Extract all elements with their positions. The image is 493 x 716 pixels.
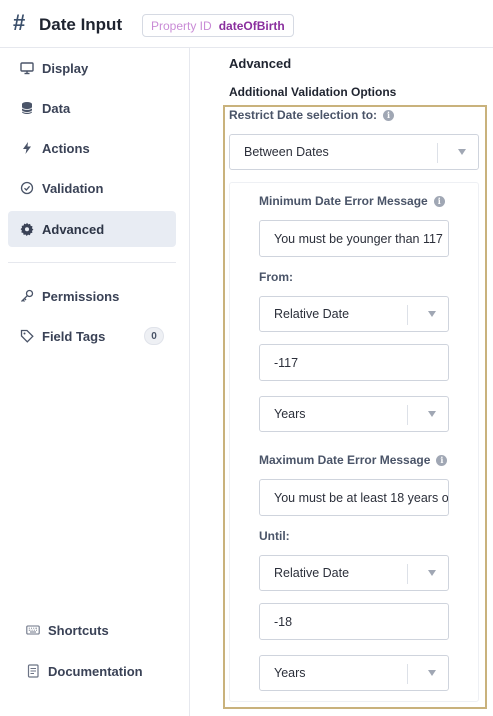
sidebar-item-label: Data xyxy=(42,100,71,116)
sidebar-item-permissions[interactable]: Permissions xyxy=(8,278,176,314)
sidebar-item-label: Field Tags xyxy=(42,328,106,344)
from-amount-input[interactable]: -117 xyxy=(259,344,449,381)
until-amount-value: -18 xyxy=(274,614,293,629)
chevron-down-icon xyxy=(458,149,466,155)
from-unit-value: Years xyxy=(274,407,306,421)
property-id-value: dateOfBirth xyxy=(218,18,285,33)
chevron-down-icon xyxy=(428,311,436,317)
main-panel: Advanced Additional Validation Options R… xyxy=(191,48,493,716)
keyboard-icon xyxy=(26,623,40,637)
from-label: From: xyxy=(259,270,293,284)
min-error-message-value: You must be younger than 117 xyxy=(274,231,443,246)
select-separator xyxy=(407,664,408,684)
chevron-down-icon xyxy=(428,670,436,676)
until-date-type-select[interactable]: Relative Date xyxy=(259,555,449,591)
until-unit-value: Years xyxy=(274,666,306,680)
max-error-label: Maximum Date Error Message i xyxy=(259,453,448,467)
restrict-date-select[interactable]: Between Dates xyxy=(229,134,479,170)
sidebar-item-data[interactable]: Data xyxy=(8,90,176,126)
tag-icon xyxy=(20,329,34,343)
until-label-text: Until: xyxy=(259,529,290,543)
from-unit-select[interactable]: Years xyxy=(259,396,449,432)
header: # Date Input Property ID dateOfBirth xyxy=(0,0,493,48)
until-unit-select[interactable]: Years xyxy=(259,655,449,691)
check-circle-icon xyxy=(20,181,34,195)
hash-icon: # xyxy=(13,10,26,35)
select-separator xyxy=(407,564,408,584)
from-label-text: From: xyxy=(259,270,293,284)
info-icon[interactable]: i xyxy=(433,195,445,207)
from-date-type-value: Relative Date xyxy=(274,307,350,321)
sidebar-item-label: Advanced xyxy=(42,221,105,237)
from-amount-value: -117 xyxy=(274,355,299,370)
restrict-date-value: Between Dates xyxy=(244,145,329,159)
gear-icon xyxy=(20,222,34,236)
property-id-badge[interactable]: Property ID dateOfBirth xyxy=(142,14,294,37)
sidebar: Display Data Actions Validation Advanced… xyxy=(0,48,190,716)
until-amount-input[interactable]: -18 xyxy=(259,603,449,640)
restrict-date-label: Restrict Date selection to: i xyxy=(229,108,395,122)
documentation-link[interactable]: Documentation xyxy=(14,655,182,687)
min-error-label: Minimum Date Error Message i xyxy=(259,194,445,208)
shortcuts-label: Shortcuts xyxy=(48,622,109,638)
field-tags-count-badge: 0 xyxy=(144,327,164,345)
min-error-label-text: Minimum Date Error Message xyxy=(259,194,428,208)
documentation-label: Documentation xyxy=(48,663,143,679)
max-error-message-value: You must be at least 18 years old xyxy=(274,490,449,505)
chevron-down-icon xyxy=(428,570,436,576)
key-icon xyxy=(20,289,34,303)
sidebar-item-field-tags[interactable]: Field Tags 0 xyxy=(8,318,176,354)
sidebar-item-label: Display xyxy=(42,60,89,76)
restrict-date-label-text: Restrict Date selection to: xyxy=(229,108,378,122)
property-id-label: Property ID xyxy=(151,18,212,33)
until-label: Until: xyxy=(259,529,290,543)
sidebar-item-display[interactable]: Display xyxy=(8,50,176,86)
section-title: Advanced xyxy=(229,56,292,71)
sidebar-item-label: Actions xyxy=(42,140,90,156)
sidebar-item-actions[interactable]: Actions xyxy=(8,130,176,166)
max-error-label-text: Maximum Date Error Message xyxy=(259,453,431,467)
until-date-type-value: Relative Date xyxy=(274,566,350,580)
select-separator xyxy=(407,305,408,325)
sidebar-item-validation[interactable]: Validation xyxy=(8,170,176,206)
database-icon xyxy=(20,101,34,115)
chevron-down-icon xyxy=(428,411,436,417)
info-icon[interactable]: i xyxy=(383,109,395,121)
document-icon xyxy=(26,664,40,678)
sidebar-divider xyxy=(8,262,176,263)
sidebar-item-label: Permissions xyxy=(42,288,120,304)
select-separator xyxy=(437,143,438,163)
lightning-icon xyxy=(20,141,34,155)
from-date-type-select[interactable]: Relative Date xyxy=(259,296,449,332)
subsection-title: Additional Validation Options xyxy=(229,85,397,99)
info-icon[interactable]: i xyxy=(436,454,448,466)
sidebar-item-label: Validation xyxy=(42,180,104,196)
select-separator xyxy=(407,405,408,425)
shortcuts-link[interactable]: Shortcuts xyxy=(14,614,182,646)
page-title: Date Input xyxy=(39,15,123,34)
sidebar-item-advanced[interactable]: Advanced xyxy=(8,211,176,247)
max-error-message-input[interactable]: You must be at least 18 years old xyxy=(259,479,449,516)
monitor-icon xyxy=(20,61,34,75)
min-error-message-input[interactable]: You must be younger than 117 xyxy=(259,220,449,257)
